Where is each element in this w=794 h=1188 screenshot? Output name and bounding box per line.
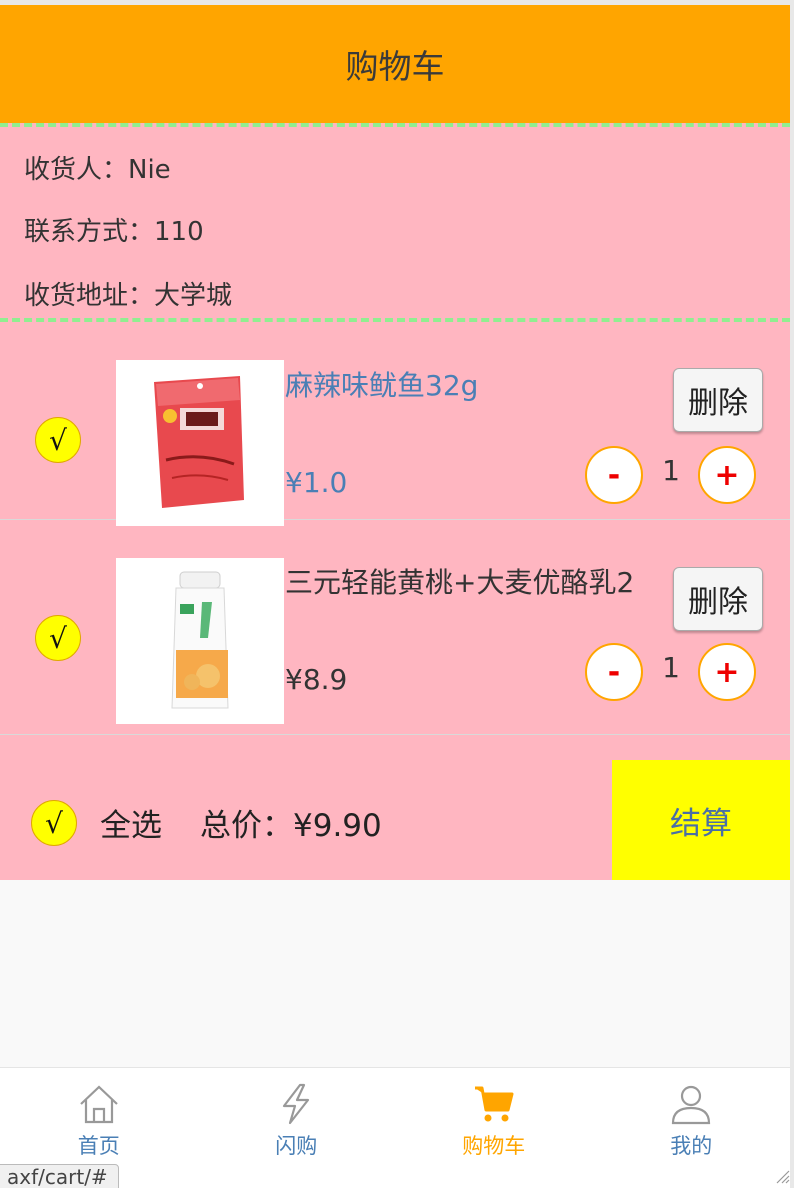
- address-text: 收货地址：大学城: [24, 281, 233, 311]
- page-header: 购物车: [0, 5, 790, 123]
- increase-quantity-button[interactable]: +: [698, 446, 756, 504]
- product-image: [116, 360, 284, 526]
- check-mark-icon: √: [49, 621, 67, 655]
- tab-label: 购物车: [462, 1134, 526, 1158]
- decrease-quantity-button[interactable]: -: [585, 446, 643, 504]
- yogurt-bottle-image: [116, 558, 284, 724]
- cart-item: √ 三元轻能黄桃+大麦优酪乳2 ¥8.9 删除 - 1 +: [0, 537, 790, 735]
- delete-button[interactable]: 删除: [673, 368, 763, 432]
- squid-snack-package-image: [116, 360, 284, 526]
- page-title: 购物车: [345, 47, 445, 86]
- contact-text: 联系方式：110: [24, 217, 204, 247]
- lightning-icon: [283, 1083, 310, 1125]
- tab-flash-sale[interactable]: 闪购: [198, 1068, 396, 1188]
- product-price: ¥8.9: [285, 663, 348, 696]
- tab-label: 闪购: [275, 1134, 318, 1158]
- tab-cart[interactable]: 购物车: [395, 1068, 593, 1188]
- tab-label: 首页: [77, 1134, 120, 1158]
- cart-item: √ 麻辣味鱿鱼32g ¥1.0 删除 - 1 +: [0, 322, 790, 526]
- check-mark-icon: √: [49, 423, 67, 457]
- increase-quantity-button[interactable]: +: [698, 643, 756, 701]
- decrease-quantity-button[interactable]: -: [585, 643, 643, 701]
- product-name: 三元轻能黄桃+大麦优酪乳2: [285, 566, 635, 599]
- select-all-label: 全选: [100, 808, 162, 844]
- cart-summary-bar: √ 全选 总价：¥9.90 结算: [0, 738, 790, 880]
- checkout-button[interactable]: 结算: [612, 760, 790, 880]
- delete-button[interactable]: 删除: [673, 567, 763, 631]
- product-name: 麻辣味鱿鱼32g: [285, 369, 479, 402]
- check-mark-icon: √: [45, 806, 63, 840]
- status-url-tooltip: axf/cart/#: [0, 1164, 119, 1188]
- address-panel: 收货人：Nie 联系方式：110 收货地址：大学城: [0, 123, 790, 322]
- quantity-value: 1: [662, 454, 680, 487]
- product-price: ¥1.0: [285, 466, 348, 499]
- item-select-checkbox[interactable]: √: [35, 615, 81, 661]
- cart-icon: [474, 1086, 514, 1122]
- total-price: 总价：¥9.90: [200, 808, 382, 844]
- tab-profile[interactable]: 我的: [593, 1068, 791, 1188]
- product-image: [116, 558, 284, 724]
- tab-label: 我的: [670, 1134, 713, 1158]
- select-all-checkbox[interactable]: √: [31, 800, 77, 846]
- user-icon: [672, 1085, 711, 1125]
- resize-grip-icon[interactable]: [772, 1166, 790, 1184]
- quantity-value: 1: [662, 651, 680, 684]
- home-icon: [79, 1085, 118, 1124]
- receiver-text: 收货人：Nie: [24, 155, 171, 185]
- item-select-checkbox[interactable]: √: [35, 417, 81, 463]
